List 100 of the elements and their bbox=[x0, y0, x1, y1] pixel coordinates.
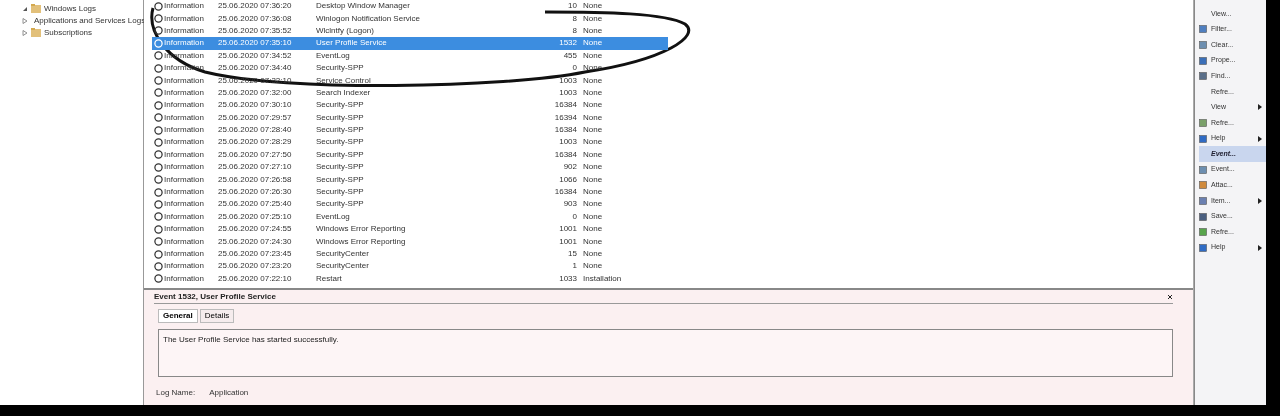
table-cell-text: Information bbox=[164, 86, 206, 99]
table-cell-text: Information bbox=[164, 198, 206, 211]
table-cell-text: 25.06.2020 07:30:10 bbox=[218, 99, 293, 112]
event-row[interactable]: Information 25.06.2020 07:25:10 EventLog 0 None bbox=[152, 210, 668, 224]
table-cell: None bbox=[583, 186, 603, 199]
table-cell-text: 1 bbox=[571, 260, 577, 273]
table-cell: None bbox=[583, 173, 603, 186]
event-row[interactable]: Information 25.06.2020 07:23:20 SecurityCenter 1 None bbox=[152, 260, 668, 273]
table-cell-text: 25.06.2020 07:27:10 bbox=[218, 161, 293, 174]
table-cell-text: 1003 bbox=[558, 74, 577, 87]
table-cell-text: Windows Error Reporting bbox=[316, 235, 407, 248]
table-cell-text: Information bbox=[164, 24, 206, 37]
table-cell-text: Security-SPP bbox=[316, 124, 365, 137]
table-cell-text: 25.06.2020 07:29:57 bbox=[218, 111, 293, 124]
table-cell: None bbox=[583, 136, 603, 149]
table-cell: None bbox=[583, 198, 603, 211]
table-cell: None bbox=[583, 124, 603, 137]
event-row[interactable]: Information 25.06.2020 07:26:30 Security-SPP 16384 None bbox=[152, 185, 668, 199]
table-cell-text: Information bbox=[164, 210, 206, 223]
table-cell-text: SecurityCenter bbox=[316, 248, 370, 260]
table-cell-text: 25.06.2020 07:35:10 bbox=[218, 37, 293, 50]
table-cell-text: 25.06.2020 07:28:29 bbox=[218, 136, 293, 149]
event-row[interactable]: Information 25.06.2020 07:35:52 Wlclntfy (Logon) 8 None bbox=[152, 24, 668, 38]
table-cell-text: Search Indexer bbox=[316, 86, 372, 99]
event-row[interactable]: Information 25.06.2020 07:28:40 Security-SPP 16384 None bbox=[152, 123, 668, 137]
table-cell: None bbox=[583, 12, 603, 25]
table-cell-text: Desktop Window Manager bbox=[316, 0, 411, 13]
expanded-arrow-icon[interactable] bbox=[22, 5, 28, 12]
table-cell-text: Information bbox=[164, 136, 206, 149]
table-cell-text: 25.06.2020 07:27:50 bbox=[218, 148, 293, 161]
table-cell-text: Security-SPP bbox=[316, 173, 365, 186]
close-icon[interactable] bbox=[1167, 293, 1173, 300]
event-row[interactable]: Information 25.06.2020 07:25:40 Security-SPP 903 None bbox=[152, 198, 668, 211]
table-cell-text: 455 bbox=[562, 49, 577, 62]
table-cell-text: Information bbox=[164, 0, 206, 13]
table-cell-text: Information bbox=[164, 186, 206, 199]
event-row[interactable]: Information 25.06.2020 07:22:10 Restart 1033 Installation bbox=[152, 272, 668, 285]
table-cell-text: Information bbox=[164, 74, 206, 87]
folder-icon bbox=[31, 28, 41, 37]
event-row[interactable]: Information 25.06.2020 07:28:29 Security-SPP 1003 None bbox=[152, 136, 668, 149]
event-row[interactable]: Information 25.06.2020 07:24:30 Windows Error Reporting 1001 None bbox=[152, 235, 668, 248]
collapsed-arrow-icon[interactable] bbox=[22, 17, 28, 24]
table-cell: None bbox=[583, 260, 603, 273]
table-cell: Installation bbox=[583, 272, 622, 285]
table-cell-text: 902 bbox=[562, 161, 577, 174]
event-row[interactable]: Information 25.06.2020 07:23:45 SecurityCenter 15 None bbox=[152, 247, 668, 261]
table-cell-text: EventLog bbox=[316, 210, 351, 223]
table-cell-text: Information bbox=[164, 235, 206, 248]
table-cell-text: Information bbox=[164, 111, 206, 124]
table-cell-text: Security-SPP bbox=[316, 62, 365, 75]
table-cell-text: Security-SPP bbox=[316, 198, 365, 211]
table-cell: None bbox=[583, 86, 603, 99]
table-cell-text: Information bbox=[164, 124, 206, 137]
table-cell-text: 16384 bbox=[553, 124, 577, 137]
tab[interactable]: Details bbox=[199, 309, 235, 323]
table-cell-text: User Profile Service bbox=[316, 37, 388, 50]
table-cell-text: 16384 bbox=[553, 186, 577, 199]
table-cell-text: Information bbox=[164, 161, 206, 174]
table-cell-text: Information bbox=[164, 272, 206, 285]
collapsed-arrow-icon[interactable] bbox=[22, 29, 28, 36]
table-cell-text: Winlogon Notification Service bbox=[316, 12, 422, 25]
table-cell-text: 10 bbox=[567, 0, 577, 13]
table-cell-text: Security-SPP bbox=[316, 148, 365, 161]
table-cell-text: 25.06.2020 07:36:20 bbox=[218, 0, 293, 13]
table-cell-text: 8 bbox=[571, 12, 577, 25]
table-cell-text: 25.06.2020 07:24:55 bbox=[218, 223, 293, 236]
event-row[interactable]: Information 25.06.2020 07:36:20 Desktop Window Manager 10 None bbox=[152, 0, 668, 13]
table-cell-text: 25.06.2020 07:32:00 bbox=[218, 86, 293, 99]
event-row[interactable]: Information 25.06.2020 07:30:10 Security-SPP 16384 None bbox=[152, 99, 668, 112]
event-row[interactable]: Information 25.06.2020 07:27:10 Security-SPP 902 None bbox=[152, 161, 668, 174]
tree-item[interactable]: Subscriptions bbox=[44, 26, 93, 39]
table-cell-text: 25.06.2020 07:26:30 bbox=[218, 186, 293, 199]
event-row[interactable]: Information 25.06.2020 07:27:50 Security-SPP 16384 None bbox=[152, 148, 668, 162]
table-cell: None bbox=[583, 37, 603, 50]
table-cell-text: 25.06.2020 07:23:45 bbox=[218, 248, 293, 260]
folder-icon bbox=[31, 4, 41, 13]
message-box: The User Profile Service has started successfully. bbox=[158, 329, 1173, 377]
table-cell-text: 15 bbox=[567, 248, 577, 260]
table-cell-text: SecurityCenter bbox=[316, 260, 370, 273]
table-cell-text: Information bbox=[164, 99, 206, 112]
table-cell-text: Security-SPP bbox=[316, 161, 365, 174]
table-cell-text: Information bbox=[164, 223, 206, 236]
table-cell-text: Information bbox=[164, 12, 206, 25]
details-title: Event 1532, User Profile Service bbox=[154, 290, 276, 303]
event-row[interactable]: Information 25.06.2020 07:29:57 Security-SPP 16394 None bbox=[152, 111, 668, 124]
table-cell: None bbox=[583, 161, 603, 174]
tab[interactable]: General bbox=[158, 309, 198, 323]
table-cell-text: 1003 bbox=[558, 136, 577, 149]
tree-item[interactable]: Windows Logs bbox=[44, 2, 97, 15]
table-cell-text: Information bbox=[164, 37, 206, 50]
event-row[interactable]: Information 25.06.2020 07:26:58 Security-SPP 1066 None bbox=[152, 173, 668, 186]
field-label: Log Name: bbox=[156, 387, 196, 399]
table-cell: None bbox=[583, 210, 603, 223]
table-cell-text: Information bbox=[164, 148, 206, 161]
event-row[interactable]: Information 25.06.2020 07:36:08 Winlogon Notification Service 8 None bbox=[152, 12, 668, 25]
event-row[interactable]: Information 25.06.2020 07:24:55 Windows Error Reporting 1001 None bbox=[152, 223, 668, 236]
table-cell: None bbox=[583, 111, 603, 124]
table-cell: None bbox=[583, 223, 603, 236]
table-cell-text: 16384 bbox=[553, 148, 577, 161]
event-row[interactable]: Information 25.06.2020 07:32:00 Search Indexer 1003 None bbox=[152, 86, 668, 100]
